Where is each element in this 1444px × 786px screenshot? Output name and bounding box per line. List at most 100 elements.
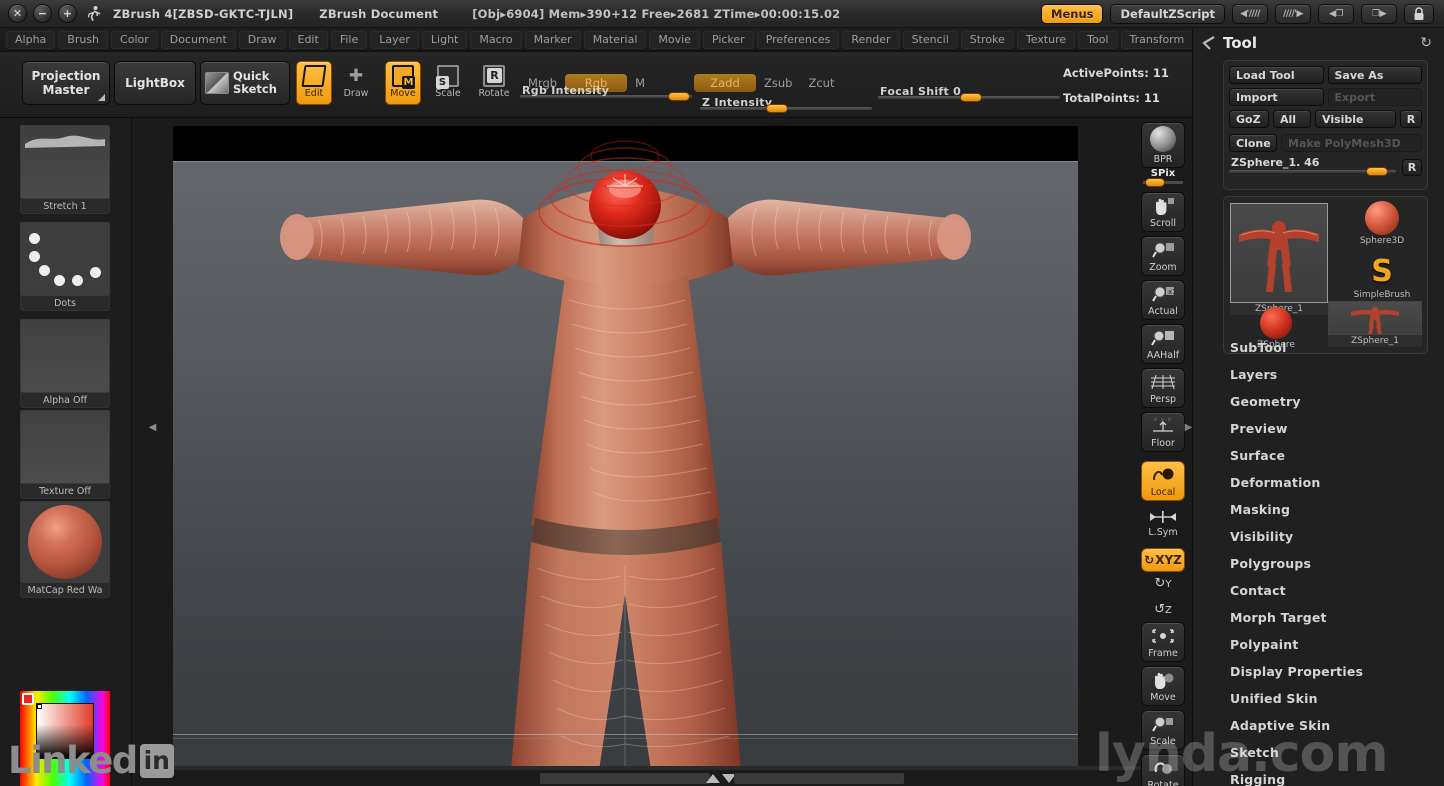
rgb-intensity-slider[interactable]: Rgb Intensity bbox=[520, 84, 692, 101]
alpha-swatch[interactable]: Alpha Off bbox=[20, 319, 110, 408]
spix-slider[interactable]: SPix bbox=[1141, 168, 1185, 187]
spix-knob[interactable] bbox=[1145, 178, 1165, 187]
menu-layer[interactable]: Layer bbox=[370, 30, 419, 49]
bpr-button[interactable]: BPR bbox=[1141, 122, 1185, 168]
canvas-left-grip[interactable]: ◀ bbox=[149, 408, 157, 446]
color-picker[interactable]: Gradient bbox=[20, 691, 110, 786]
section-morph-target[interactable]: Morph Target bbox=[1230, 604, 1444, 631]
current-tool-knob[interactable] bbox=[1366, 167, 1388, 176]
section-deformation[interactable]: Deformation bbox=[1230, 469, 1444, 496]
stroke-type-swatch[interactable]: Dots bbox=[20, 222, 110, 311]
document-scrollbar-left[interactable] bbox=[540, 773, 710, 784]
section-unified-skin[interactable]: Unified Skin bbox=[1230, 685, 1444, 712]
section-visibility[interactable]: Visibility bbox=[1230, 523, 1444, 550]
menu-macro[interactable]: Macro bbox=[470, 30, 522, 49]
visible-r-button[interactable]: R bbox=[1400, 110, 1422, 128]
section-surface[interactable]: Surface bbox=[1230, 442, 1444, 469]
menus-button[interactable]: Menus bbox=[1041, 3, 1104, 24]
tool-thumb-simplebrush[interactable]: S SimpleBrush bbox=[1342, 255, 1422, 301]
zcut-button[interactable]: Zcut bbox=[800, 74, 842, 92]
menu-transform[interactable]: Transform bbox=[1120, 30, 1194, 49]
section-polygroups[interactable]: Polygroups bbox=[1230, 550, 1444, 577]
z-intensity-slider[interactable]: Z Intensity bbox=[700, 96, 872, 113]
viewport-canvas[interactable] bbox=[173, 126, 1078, 770]
scale-button-right[interactable]: Scale bbox=[1141, 710, 1185, 750]
texture-swatch[interactable]: Texture Off bbox=[20, 410, 110, 499]
edit-mode-button[interactable]: Edit bbox=[296, 61, 332, 105]
load-tool-button[interactable]: Load Tool bbox=[1229, 66, 1324, 84]
section-geometry[interactable]: Geometry bbox=[1230, 388, 1444, 415]
frame-button[interactable]: Frame bbox=[1141, 622, 1185, 662]
menu-color[interactable]: Color bbox=[111, 30, 158, 49]
local-symmetry-button[interactable]: L.Sym bbox=[1141, 510, 1185, 538]
zscript-prev-button[interactable]: ◀'//// bbox=[1232, 3, 1268, 24]
menu-texture[interactable]: Texture bbox=[1016, 30, 1076, 49]
rotate-z-button[interactable]: ↺Z bbox=[1141, 602, 1185, 617]
projection-master-expand-icon[interactable] bbox=[98, 94, 105, 101]
section-rigging[interactable]: Rigging bbox=[1230, 766, 1444, 786]
lightbox-button[interactable]: LightBox bbox=[114, 61, 196, 105]
tool-thumb-sphere3d[interactable]: Sphere3D bbox=[1342, 201, 1422, 247]
window-next-button[interactable]: ❐▶ bbox=[1361, 3, 1397, 24]
move-mode-button[interactable]: Move bbox=[385, 61, 421, 105]
menu-preferences[interactable]: Preferences bbox=[756, 30, 840, 49]
rgb-intensity-knob[interactable] bbox=[668, 92, 690, 101]
document-scroll-arrows[interactable] bbox=[706, 772, 736, 785]
focal-shift-knob[interactable] bbox=[960, 93, 982, 102]
section-subtool[interactable]: SubTool bbox=[1230, 334, 1444, 361]
visible-button[interactable]: Visible bbox=[1315, 110, 1396, 128]
persp-button[interactable]: Persp bbox=[1141, 368, 1185, 408]
scroll-up-icon[interactable] bbox=[706, 774, 720, 783]
scroll-button[interactable]: Scroll bbox=[1141, 192, 1185, 232]
projection-master-button[interactable]: Projection Master bbox=[22, 61, 110, 105]
maximize-icon[interactable]: + bbox=[58, 4, 77, 23]
menu-edit[interactable]: Edit bbox=[288, 30, 328, 49]
window-prev-button[interactable]: ◀❐ bbox=[1318, 3, 1354, 24]
z-intensity-knob[interactable] bbox=[766, 104, 788, 113]
section-display-properties[interactable]: Display Properties bbox=[1230, 658, 1444, 685]
draw-mode-button[interactable]: ✚ Draw bbox=[338, 61, 374, 105]
color-wheel[interactable] bbox=[20, 691, 110, 786]
scale-mode-button[interactable]: Scale bbox=[430, 61, 466, 105]
menu-document[interactable]: Document bbox=[160, 30, 236, 49]
document-scrollbar-right[interactable] bbox=[734, 773, 904, 784]
rotate-button-right[interactable]: Rotate bbox=[1141, 754, 1185, 786]
menu-stroke[interactable]: Stroke bbox=[960, 30, 1014, 49]
xyz-button[interactable]: ↻ XYZ bbox=[1141, 548, 1185, 572]
canvas-right-grip[interactable]: ▶ bbox=[1185, 408, 1193, 446]
local-button[interactable]: Local bbox=[1141, 461, 1185, 501]
back-arrow-icon[interactable] bbox=[1201, 35, 1217, 51]
section-sketch[interactable]: Sketch bbox=[1230, 739, 1444, 766]
focal-shift-slider[interactable]: Focal Shift 0 bbox=[878, 85, 1060, 102]
section-preview[interactable]: Preview bbox=[1230, 415, 1444, 442]
zoom-button[interactable]: Zoom bbox=[1141, 236, 1185, 276]
close-icon[interactable]: ✕ bbox=[8, 4, 27, 23]
section-adaptive-skin[interactable]: Adaptive Skin bbox=[1230, 712, 1444, 739]
rotate-y-button[interactable]: ↻Y bbox=[1141, 576, 1185, 591]
refresh-icon[interactable]: ↻ bbox=[1420, 35, 1432, 51]
menu-tool[interactable]: Tool bbox=[1078, 30, 1118, 49]
menu-light[interactable]: Light bbox=[421, 30, 468, 49]
menu-brush[interactable]: Brush bbox=[58, 30, 109, 49]
section-contact[interactable]: Contact bbox=[1230, 577, 1444, 604]
sv-square[interactable] bbox=[36, 703, 94, 759]
aahalf-button[interactable]: AAHalf bbox=[1141, 324, 1185, 364]
minimize-icon[interactable]: − bbox=[33, 4, 52, 23]
zscript-next-button[interactable]: ////'▶ bbox=[1275, 3, 1311, 24]
save-as-button[interactable]: Save As bbox=[1327, 66, 1422, 84]
menu-render[interactable]: Render bbox=[842, 30, 900, 49]
lock-icon[interactable] bbox=[1404, 3, 1434, 24]
floor-button[interactable]: xyz Floor bbox=[1141, 412, 1185, 452]
menu-picker[interactable]: Picker bbox=[702, 30, 754, 49]
zadd-button[interactable]: Zadd bbox=[694, 74, 756, 92]
import-button[interactable]: Import bbox=[1229, 88, 1324, 106]
clone-button[interactable]: Clone bbox=[1229, 134, 1277, 152]
material-swatch[interactable]: MatCap Red Wa bbox=[20, 501, 110, 598]
current-tool-r-button[interactable]: R bbox=[1402, 159, 1422, 176]
menu-alpha[interactable]: Alpha bbox=[6, 30, 56, 49]
actual-button[interactable]: x1 Actual bbox=[1141, 280, 1185, 320]
menu-file[interactable]: File bbox=[330, 30, 368, 49]
zscript-button[interactable]: DefaultZScript bbox=[1110, 3, 1225, 24]
menu-marker[interactable]: Marker bbox=[524, 30, 581, 49]
tool-thumb-zsphere1-selected[interactable]: ZSphere_1 bbox=[1230, 203, 1328, 315]
